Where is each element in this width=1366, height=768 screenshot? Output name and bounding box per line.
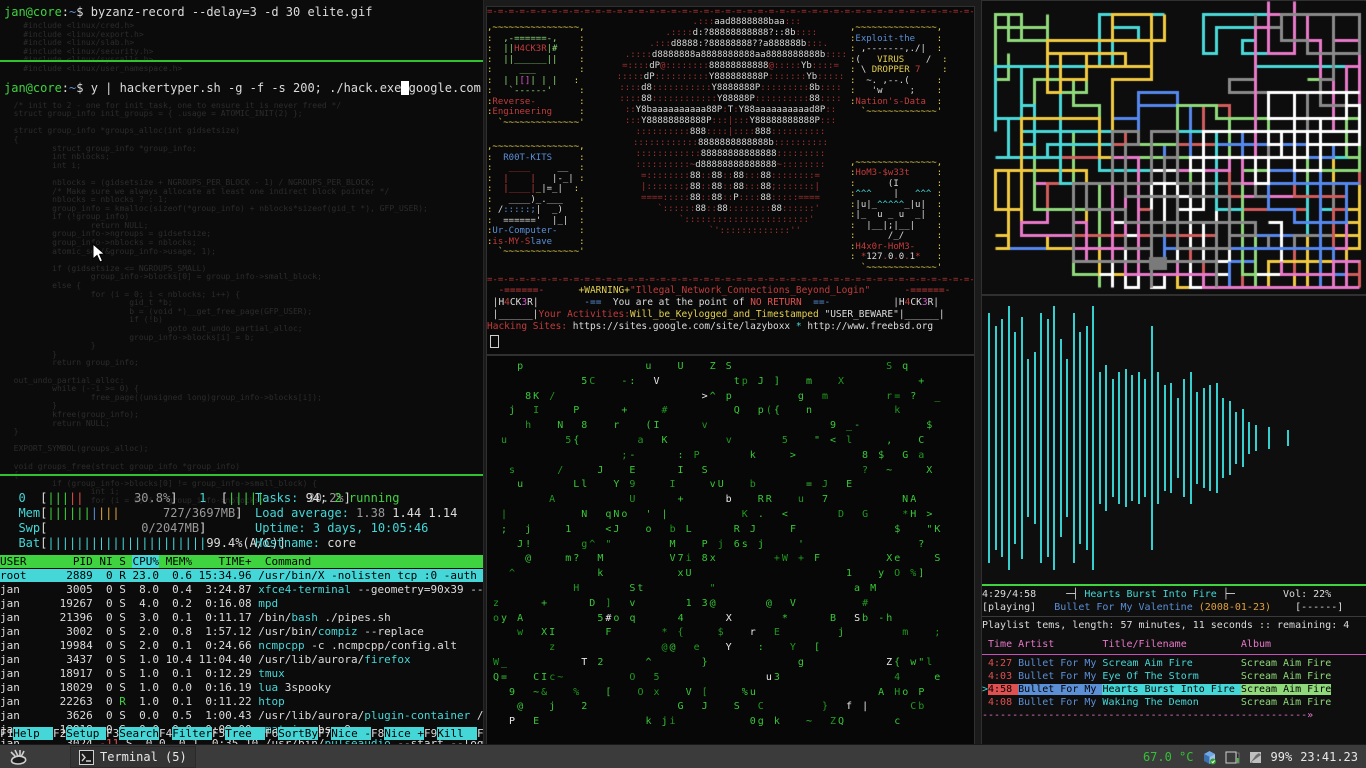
process-row[interactable]: jan 19984 0 S 2.0 0.1 0:24.66 ncmpcpp -c… [0,639,483,653]
hackertyper-includes: #include <linux/cred.h> #include <linux/… [0,22,483,74]
pipes-window[interactable] [981,0,1366,295]
matrix-rain: p u U Z S S q 5C -: V tp J ] m X + 8K / … [487,356,974,730]
banner-warning-text: -======- +WARNING+"Illegal_Network_Conne… [487,285,974,333]
visualizer-baseline [982,584,1366,586]
audio-visualizer [982,296,1366,584]
htop-summary: Tasks: 94; 2 runningLoad average: 1.38 1… [255,491,457,551]
process-row[interactable]: jan 22263 0 R 1.0 0.1 0:11.22 htop [0,695,483,709]
htop-function-keys[interactable]: F1Help F2Setup F3SearchF4FilterF5Tree F6… [0,727,483,741]
banner-border-top: =-=-=-=-=-=-=-=-=-=-=-=-=-=-=-=-=-=-=-=-… [487,7,974,17]
banner-box-home-sweet: ,~~~~~~~~~~~~~~~,:HoM3-$w33t :: (I ::^^^… [850,158,974,274]
playlist-row[interactable]: 4:03 Bullet For My Eye Of The Storm Scre… [982,670,1366,683]
mouse-cursor [92,243,106,263]
process-row[interactable]: jan 18917 0 S 1.0 0.1 0:12.29 tmux [0,667,483,681]
hackertyper-code: /* init to 2 - one for init_task, one to… [0,102,483,506]
process-row[interactable]: jan 3437 0 S 1.0 10.4 11:04.40 /usr/lib/… [0,653,483,667]
player-separator [982,616,1366,617]
banner-cursor [490,335,499,348]
banner-box-rootkits: ,~~~~~~~~~~~~~~~~,: R00T-KITS :: ____ __… [487,142,611,258]
task-label: Terminal (5) [100,750,187,764]
taskbar-task-terminal[interactable]: Terminal (5) [70,746,196,768]
skull-ascii-art: .:::aad8888888baa::: .::::d:?88888888888… [611,17,850,237]
banner-body: ,~~~~~~~~~~~~~~~~,: ,-======-, :: ||H4CK… [487,17,974,273]
ncmpcpp-player: 4:29/4:58 ─┤ Hearts Burst Into Fire ├─ V… [982,588,1366,722]
battery-percent: 99% [1271,750,1293,764]
playlist-header: Time Artist Title/Filename Album [982,638,1366,651]
shell-prompt-hackertyper: jan@core:~$ y | hackertyper.sh -g -f -s … [0,74,483,96]
hacker-banner-window[interactable]: =-=-=-=-=-=-=-=-=-=-=-=-=-=-=-=-=-=-=-=-… [486,6,975,355]
process-row[interactable]: jan 21396 0 S 3.0 0.1 0:11.17 /bin/bash … [0,611,483,625]
clock[interactable]: 23:41.23 [1300,750,1358,764]
process-row[interactable]: jan 3626 0 S 0.0 0.5 1:00.43 /usr/lib/au… [0,709,483,723]
pipes-canvas [982,1,1365,292]
playlist-row[interactable]: 4:08 Bullet For My Waking The Demon Scre… [982,696,1366,709]
now-playing-title-line: 4:29/4:58 ─┤ Hearts Burst Into Fire ├─ V… [982,588,1366,601]
playlist-row[interactable]: 4:27 Bullet For My Scream Aim Fire Screa… [982,657,1366,670]
power-manager-icon[interactable] [1225,750,1240,765]
terminal-window-left[interactable]: jan@core:~$ byzanz-record --delay=3 -d 3… [0,0,484,744]
process-row[interactable]: jan 19267 0 S 4.0 0.2 0:16.08 mpd [0,597,483,611]
process-row[interactable]: jan 3002 0 S 2.0 0.8 1:57.12 /usr/bin/co… [0,625,483,639]
banner-box-h4ck3r: ,~~~~~~~~~~~~~~~~,: ,-======-, :: ||H4CK… [487,23,611,128]
tmux-split-divider [0,60,483,62]
taskbar: Terminal (5) 67.0 °C 99% 23:41. [0,744,1366,768]
tmux-split-divider-2 [0,474,483,476]
banner-border-mid: =-=-=-=-=-=-=-=-=-=-=-=-=-=-=-=-=-=-=-=-… [487,275,974,285]
process-row[interactable]: jan 3005 0 S 8.0 0.4 3:24.87 xfce4-termi… [0,583,483,597]
htop-header-row[interactable]: USER PID NI S CPU% MEM% TIME+ Command [0,555,483,569]
process-row[interactable]: jan 18029 0 S 1.0 0.0 0:16.19 lua 3spook… [0,681,483,695]
system-tray: 67.0 °C 99% 23:41.23 [1143,750,1366,765]
now-playing-artist-line: [playing] Bullet For My Valentine (2008-… [982,601,1366,614]
playlist-end-rule: ----------------------------------------… [982,709,1366,722]
banner-box-virus-dropper: ,~~~~~~~~~~~~~~~,:Exploit-the :: ,------… [850,23,974,118]
process-row[interactable]: root 2889 0 R 23.0 0.6 15:34.96 /usr/bin… [0,569,483,583]
playlist-row[interactable]: >4:58 Bullet For My Hearts Burst Into Fi… [982,683,1366,696]
clipboard-manager-icon[interactable] [1248,750,1263,765]
shell-prompt-byzanz: jan@core:~$ byzanz-record --delay=3 -d 3… [0,0,483,20]
playlist-header-rule [982,654,1366,655]
htop-process-table: USER PID NI S CPU% MEM% TIME+ Command ro… [0,555,483,744]
terminal-icon [79,750,94,765]
claw-menu-icon[interactable] [8,748,30,766]
music-window[interactable]: 4:29/4:58 ─┤ Hearts Burst Into Fire ├─ V… [981,295,1366,746]
desktop: jan@core:~$ byzanz-record --delay=3 -d 3… [0,0,1366,768]
package-updater-icon[interactable] [1202,750,1217,765]
cmatrix-window[interactable]: p u U Z S S q 5C -: V tp J ] m X + 8K / … [486,355,975,745]
cpu-temp: 67.0 °C [1143,750,1194,764]
playlist-summary: Playlist tems, length: 57 minutes, 11 se… [982,619,1366,632]
